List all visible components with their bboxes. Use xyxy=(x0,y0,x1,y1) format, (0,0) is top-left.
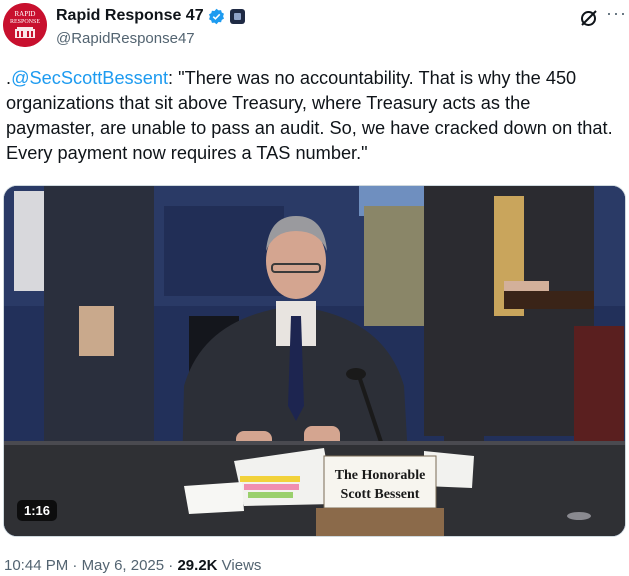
government-affiliation-icon[interactable] xyxy=(229,8,245,24)
nameplate-line1: The Honorable xyxy=(335,468,426,483)
video-player[interactable]: The Honorable Scott Bessent xyxy=(3,185,626,537)
avatar-text-line1: RAPID xyxy=(14,10,35,18)
views-label: Views xyxy=(217,557,262,574)
tweet-meta: 10:44 PM · May 6, 2025 · 29.2K Views xyxy=(4,557,261,574)
handle[interactable]: @RapidResponse47 xyxy=(56,30,195,47)
more-options-icon[interactable]: ··· xyxy=(606,4,626,26)
grok-icon[interactable] xyxy=(579,8,599,28)
meta-separator-2: · xyxy=(164,557,178,574)
avatar-image: RAPID RESPONSE xyxy=(3,3,47,47)
tweet-text: .@SecScottBessent: "There was no account… xyxy=(6,66,624,166)
avatar-text-line2: RESPONSE xyxy=(10,19,40,25)
verified-badge-icon xyxy=(208,8,224,24)
tweet-date[interactable]: May 6, 2025 xyxy=(82,557,165,574)
video-thumbnail: The Honorable Scott Bessent xyxy=(4,186,625,536)
avatar[interactable]: RAPID RESPONSE xyxy=(3,3,47,47)
nameplate-line2: Scott Bessent xyxy=(341,487,420,502)
mention-link[interactable]: @SecScottBessent xyxy=(11,68,168,88)
meta-separator: · xyxy=(68,557,82,574)
display-name[interactable]: Rapid Response 47 xyxy=(56,7,204,25)
tweet-header: RAPID RESPONSE Rapid Response 47 @RapidR… xyxy=(3,3,626,49)
video-duration-badge: 1:16 xyxy=(17,500,58,521)
tweet-time[interactable]: 10:44 PM xyxy=(4,557,68,574)
views-count[interactable]: 29.2K xyxy=(177,557,217,574)
name-row: Rapid Response 47 xyxy=(56,7,245,25)
